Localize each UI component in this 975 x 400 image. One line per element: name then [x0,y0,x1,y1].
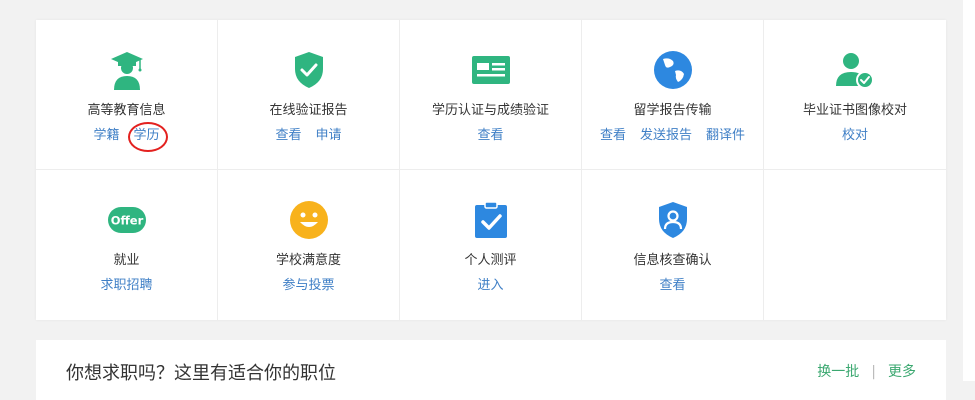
clipboard-check-icon [400,200,581,240]
service-links: 查看 [400,127,581,145]
service-info-verification: 信息核查确认 查看 [582,170,764,320]
service-links: 求职招聘 [36,277,217,295]
link-view[interactable]: 查看 [659,277,685,295]
services-grid: 高等教育信息 学籍 学历 在线验证报告 查看 申请 学历认证与成绩验证 查看 留… [36,20,946,320]
link-education-record[interactable]: 学历 [127,122,168,152]
service-links: 参与投票 [218,277,399,295]
service-links: 校对 [764,127,946,145]
jobs-actions: 换一批 | 更多 [817,361,916,381]
service-links: 查看 申请 [218,127,399,145]
smiley-face-icon [218,200,399,240]
link-view[interactable]: 查看 [477,127,503,145]
graduation-cap-icon [36,50,217,90]
link-apply[interactable]: 申请 [316,127,342,145]
services-card: 高等教育信息 学籍 学历 在线验证报告 查看 申请 学历认证与成绩验证 查看 留… [36,20,946,320]
service-personal-assessment: 个人测评 进入 [400,170,582,320]
service-employment: Offer 就业 求职招聘 [36,170,218,320]
link-job-recruitment[interactable]: 求职招聘 [100,277,152,295]
link-proofread[interactable]: 校对 [842,127,868,145]
separator: | [871,364,876,380]
service-title: 在线验证报告 [269,103,348,118]
service-title: 就业 [113,253,140,268]
service-title: 学历认证与成绩验证 [431,103,549,118]
link-view[interactable]: 查看 [275,127,301,145]
jobs-card: 你想求职吗？这里有适合你的职位 换一批 | 更多 [36,340,946,400]
svg-text:Offer: Offer [110,214,143,228]
service-certification: 学历认证与成绩验证 查看 [400,20,582,170]
service-title: 毕业证书图像校对 [802,103,907,118]
link-student-status[interactable]: 学籍 [93,127,119,145]
link-enter[interactable]: 进入 [477,277,503,295]
service-school-satisfaction: 学校满意度 参与投票 [218,170,400,320]
service-online-verification: 在线验证报告 查看 申请 [218,20,400,170]
refresh-jobs-link[interactable]: 换一批 [817,364,859,380]
shield-user-icon [582,200,763,240]
user-check-icon [764,50,946,90]
link-translation[interactable]: 翻译件 [706,127,745,145]
service-title: 高等教育信息 [87,103,166,118]
globe-icon [582,50,763,90]
more-jobs-link[interactable]: 更多 [888,364,916,380]
service-title: 学校满意度 [275,253,341,268]
service-links: 进入 [400,277,581,295]
jobs-title: 你想求职吗？这里有适合你的职位 [66,363,336,384]
right-panel-edge [963,0,975,381]
link-send-report[interactable]: 发送报告 [640,127,692,145]
link-vote[interactable]: 参与投票 [282,277,334,295]
id-card-icon [400,50,581,90]
service-links: 查看 [582,277,763,295]
offer-badge-icon: Offer [36,200,217,240]
service-links: 查看 发送报告 翻译件 [582,127,763,145]
service-links: 学籍 学历 [36,122,217,152]
service-higher-education: 高等教育信息 学籍 学历 [36,20,218,170]
service-certificate-image: 毕业证书图像校对 校对 [764,20,946,170]
service-title: 信息核查确认 [633,253,712,268]
link-view[interactable]: 查看 [600,127,626,145]
service-title: 个人测评 [464,253,517,268]
service-title: 留学报告传输 [633,103,712,118]
empty-cell [764,170,946,320]
shield-check-icon [218,50,399,90]
service-overseas-report: 留学报告传输 查看 发送报告 翻译件 [582,20,764,170]
